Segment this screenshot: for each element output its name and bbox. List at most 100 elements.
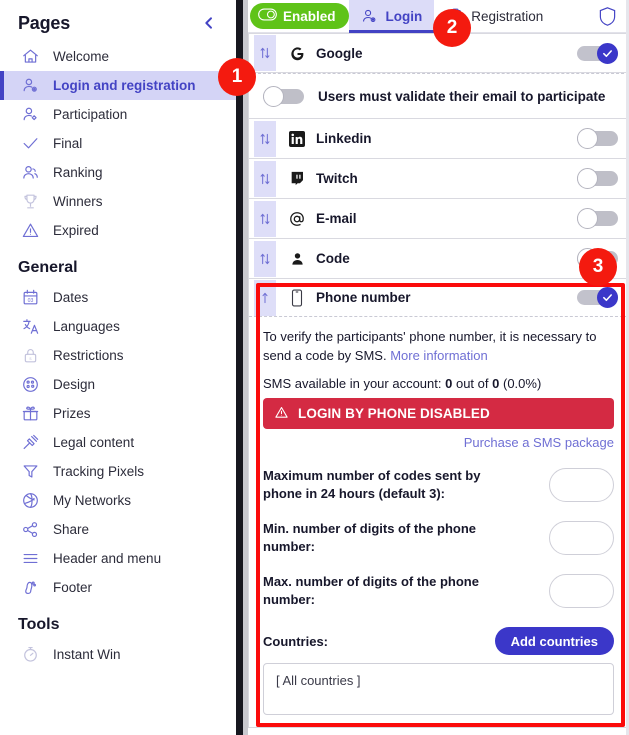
- chevron-left-icon[interactable]: [198, 12, 220, 34]
- sidebar-item-design[interactable]: Design: [0, 370, 236, 399]
- sidebar-item-label: Header and menu: [53, 551, 162, 566]
- main-panel: Enabled Login Registration Google Users m…: [248, 0, 629, 735]
- annotation-badge-2: 2: [433, 9, 471, 47]
- gavel-icon: [20, 432, 41, 453]
- drag-handle-up-icon[interactable]: [254, 279, 276, 316]
- phone-field-row: Min. number of digits of the phone numbe…: [263, 520, 614, 556]
- phone-description: To verify the participants' phone number…: [263, 327, 614, 365]
- more-information-link[interactable]: More information: [390, 348, 488, 363]
- provider-toggle-phone-number[interactable]: [577, 287, 618, 308]
- at-icon: [285, 210, 309, 228]
- sms-percent: (0.0%): [502, 376, 542, 391]
- sidebar-item-share[interactable]: Share: [0, 515, 236, 544]
- sidebar-item-label: Footer: [53, 580, 93, 595]
- provider-toggle-linkedin[interactable]: [577, 128, 618, 149]
- sidebar-item-restrictions[interactable]: s Restrictions: [0, 341, 236, 370]
- user-add-icon: [20, 104, 41, 125]
- sidebar-item-legal-content[interactable]: Legal content: [0, 428, 236, 457]
- sidebar-nav: Welcome Login and registration Participati…: [0, 42, 236, 669]
- provider-row-twitch[interactable]: Twitch: [248, 159, 629, 199]
- menu-lines-icon: [20, 548, 41, 569]
- sidebar-item-ranking[interactable]: Ranking: [0, 158, 236, 187]
- sidebar-item-label: Participation: [53, 107, 128, 122]
- provider-row-code[interactable]: Code: [248, 239, 629, 279]
- panel-divider-light: [243, 0, 248, 735]
- sidebar-item-label: Final: [53, 136, 83, 151]
- home-icon: [20, 46, 41, 67]
- validate-email-row[interactable]: Users must validate their email to parti…: [248, 73, 629, 119]
- sidebar-item-languages[interactable]: Languages: [0, 312, 236, 341]
- twitch-icon: [285, 170, 309, 187]
- provider-toggle-twitch[interactable]: [577, 168, 618, 189]
- sidebar-item-final[interactable]: Final: [0, 129, 236, 158]
- phone-field-input-1[interactable]: [549, 521, 614, 555]
- validate-email-toggle[interactable]: [263, 85, 304, 107]
- sidebar-item-instant-win[interactable]: Instant Win: [0, 640, 236, 669]
- footprint-icon: [20, 577, 41, 598]
- field-label: Min. number of digits of the phone numbe…: [263, 521, 477, 554]
- translate-icon: [20, 316, 41, 337]
- add-countries-button[interactable]: Add countries: [494, 627, 614, 655]
- validate-email-label: Users must validate their email to parti…: [318, 88, 606, 104]
- field-label: Maximum number of codes sent by phone in…: [263, 468, 481, 501]
- sms-middle: out of: [455, 376, 489, 391]
- sidebar-item-tracking-pixels[interactable]: Tracking Pixels: [0, 457, 236, 486]
- phone-field-input-2[interactable]: [549, 574, 614, 608]
- provider-name: Phone number: [316, 290, 411, 305]
- palette-icon: [20, 374, 41, 395]
- share-icon: [20, 519, 41, 540]
- sidebar-item-expired[interactable]: Expired: [0, 216, 236, 245]
- drag-handle-icon[interactable]: [254, 160, 276, 197]
- mobile-phone-icon: [285, 288, 309, 307]
- sidebar-item-login-and-registration[interactable]: Login and registration: [0, 71, 236, 100]
- shield-icon[interactable]: [598, 6, 617, 27]
- provider-list: Google Users must validate their email to…: [248, 33, 629, 728]
- sidebar-item-footer[interactable]: Footer: [0, 573, 236, 602]
- sidebar-item-label: Share: [53, 522, 90, 537]
- sidebar-item-dates[interactable]: 03 Dates: [0, 283, 236, 312]
- user-login-icon: [361, 7, 379, 25]
- sidebar-item-label: My Networks: [53, 493, 132, 508]
- sidebar: Pages Welcome Login and registration Parti…: [0, 0, 236, 735]
- sidebar-item-participation[interactable]: Participation: [0, 100, 236, 129]
- toggle-knob: [597, 42, 618, 64]
- provider-toggle-google[interactable]: [577, 42, 618, 64]
- gift-icon: [20, 403, 41, 424]
- provider-name: Google: [316, 45, 363, 61]
- sidebar-item-label: Expired: [53, 223, 99, 238]
- tab-login[interactable]: Login: [348, 0, 435, 33]
- phone-field-input-0[interactable]: [549, 468, 614, 502]
- sidebar-item-label: Design: [53, 377, 96, 392]
- drag-handle-icon[interactable]: [254, 240, 276, 277]
- field-label: Max. number of digits of the phone numbe…: [263, 574, 479, 607]
- provider-toggle-e-mail[interactable]: [577, 208, 618, 229]
- sidebar-item-my-networks[interactable]: My Networks: [0, 486, 236, 515]
- countries-list-box[interactable]: [ All countries ]: [263, 663, 614, 715]
- drag-handle-icon[interactable]: [254, 35, 276, 71]
- enabled-toggle-button[interactable]: Enabled: [250, 3, 349, 29]
- sidebar-item-label: Dates: [53, 290, 89, 305]
- sidebar-item-winners[interactable]: Winners: [0, 187, 236, 216]
- purchase-sms-package-link[interactable]: Purchase a SMS package: [263, 435, 614, 450]
- google-icon: [285, 45, 309, 62]
- sidebar-item-label: Languages: [53, 319, 120, 334]
- warning-triangle-icon: [274, 405, 289, 423]
- network-globe-icon: [20, 490, 41, 511]
- user-login-icon: [20, 75, 41, 96]
- trophy-icon: [20, 191, 41, 212]
- sidebar-item-welcome[interactable]: Welcome: [0, 42, 236, 71]
- sidebar-item-prizes[interactable]: Prizes: [0, 399, 236, 428]
- svg-text:03: 03: [28, 298, 34, 304]
- toggle-knob: [263, 85, 284, 107]
- drag-handle-icon[interactable]: [254, 120, 276, 157]
- sidebar-section-title: Tools: [18, 616, 60, 633]
- provider-row-linkedin[interactable]: Linkedin: [248, 119, 629, 159]
- stopwatch-icon: [20, 644, 41, 665]
- alert-text: LOGIN BY PHONE DISABLED: [298, 406, 490, 421]
- sidebar-item-header-and-menu[interactable]: Header and menu: [0, 544, 236, 573]
- provider-row-phone-number[interactable]: Phone number: [249, 279, 628, 317]
- sms-prefix: SMS available in your account:: [263, 376, 442, 391]
- toggle-knob: [577, 168, 598, 189]
- drag-handle-icon[interactable]: [254, 200, 276, 237]
- provider-row-e-mail[interactable]: E-mail: [248, 199, 629, 239]
